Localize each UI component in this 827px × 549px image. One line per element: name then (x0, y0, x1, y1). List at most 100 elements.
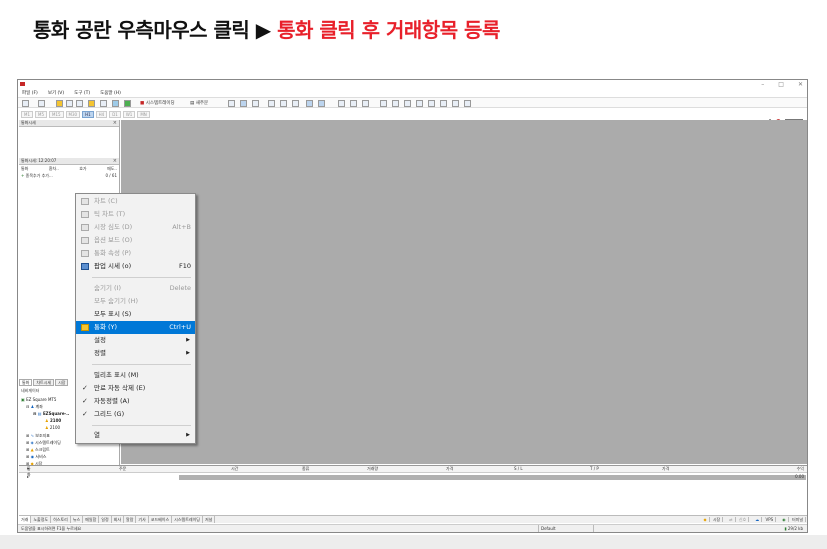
menu-item-depth[interactable]: 시장 심도 (D) Alt+B (76, 221, 195, 234)
ide-icon[interactable] (100, 100, 107, 107)
tab-trade[interactable]: 거래 (19, 516, 32, 523)
crosshair-icon[interactable] (362, 100, 369, 107)
menu-item-auto-arrange[interactable]: ✓ 자동정렬 (A) (76, 395, 195, 408)
label-icon[interactable] (452, 100, 459, 107)
new-chart-icon[interactable] (22, 100, 29, 107)
th-time[interactable]: 시간 (231, 466, 238, 472)
menu-item-sets[interactable]: 설정 ▶ (76, 334, 195, 347)
new-order-button[interactable]: ▤ 새주문 (190, 100, 208, 106)
menu-item-hide[interactable]: 숨기기 (I) Delete (76, 282, 195, 295)
menu-item-chart[interactable]: 차트 (C) (76, 195, 195, 208)
tf-m1[interactable]: M1 (21, 110, 33, 118)
tile-icon[interactable] (292, 100, 299, 107)
line-chart-icon[interactable] (252, 100, 259, 107)
indicators-icon[interactable] (338, 100, 345, 107)
market-watch-icon[interactable] (56, 100, 63, 107)
tab-news[interactable]: 뉴스 (71, 516, 84, 523)
zoom-in-icon[interactable] (268, 100, 275, 107)
th-current-price[interactable]: 가격 (662, 466, 669, 472)
tf-m30[interactable]: M30 (65, 110, 81, 118)
tab-journal[interactable]: 저널 (203, 516, 216, 523)
close-icon[interactable]: ✕ (798, 81, 803, 88)
th-type[interactable]: 종류 (302, 466, 309, 472)
th-volume[interactable]: 거래량 (367, 466, 378, 472)
hline-icon[interactable] (392, 100, 399, 107)
menu-view[interactable]: 보기 (V) (48, 90, 64, 96)
menu-item-hide-all[interactable]: 모두 숨기기 (H) (76, 295, 195, 308)
menu-item-milliseconds[interactable]: 밀리초 표시 (M) (76, 369, 195, 382)
candle-chart-icon[interactable] (240, 100, 247, 107)
tab-market[interactable]: 시장 (55, 379, 69, 386)
minimize-icon[interactable]: – (761, 81, 764, 88)
market-watch-add-row[interactable]: + 종목추가 추가... 0 / 61 (19, 173, 119, 179)
th-order[interactable]: 주문 (119, 466, 126, 472)
th-price[interactable]: 가격 (446, 466, 453, 472)
tf-h4[interactable]: H4 (95, 110, 108, 118)
tf-mn[interactable]: MN (137, 110, 150, 118)
tab-articles[interactable]: 기사 (136, 516, 149, 523)
menu-item-popup-prices[interactable]: 팝업 시세 (o) F10 (76, 260, 195, 273)
fibo-icon[interactable] (428, 100, 435, 107)
maximize-icon[interactable]: □ (778, 81, 784, 88)
menu-item-show-all[interactable]: 모두 표시 (S) (76, 308, 195, 321)
nav-scripts[interactable]: ⊞ ▲ 스크립트 (26, 447, 50, 452)
text-icon[interactable] (440, 100, 447, 107)
alert-icon[interactable] (88, 100, 95, 107)
nav-account[interactable]: ⊟ ▤ EZSquare-.. (33, 411, 69, 416)
close-icon[interactable]: × (113, 120, 117, 126)
col-ask[interactable]: 호가 (79, 166, 86, 172)
menu-item-auto-remove[interactable]: ✓ 만료 자동 삭제 (E) (76, 382, 195, 395)
tf-d1[interactable]: D1 (109, 110, 121, 118)
chart-shift-icon[interactable] (318, 100, 325, 107)
nav-accounts[interactable]: ⊟ ♟ 계좌 (26, 404, 43, 409)
nav-systrade[interactable]: ⊞ ◈ 시스템트레이딩 (26, 440, 61, 445)
tab-exposure[interactable]: 노출정도 (31, 516, 52, 523)
menu-item-tick-chart[interactable]: 틱 차트 (T) (76, 208, 195, 221)
bar-chart-icon[interactable] (228, 100, 235, 107)
tab-company[interactable]: 회사 (112, 516, 125, 523)
zoom-out-icon[interactable] (280, 100, 287, 107)
channel-icon[interactable] (416, 100, 423, 107)
nav-sub1[interactable]: ♟ 2100 (45, 418, 61, 423)
th-sl[interactable]: S / L (514, 466, 523, 472)
tf-m15[interactable]: M15 (49, 110, 64, 118)
menu-item-grid[interactable]: ✓ 그리드 (G) (76, 408, 195, 421)
menu-item-sort[interactable]: 정렬 ▶ (76, 347, 195, 360)
menu-item-symbols[interactable]: 통화 (Y) Ctrl+U (76, 321, 195, 334)
status-terminal[interactable]: ◉ 터미널 (778, 516, 807, 523)
vline-icon[interactable] (380, 100, 387, 107)
menu-tools[interactable]: 도구 (T) (74, 90, 90, 96)
tab-calendar[interactable]: 일정 (99, 516, 112, 523)
period-icon[interactable] (350, 100, 357, 107)
navigator-icon[interactable] (76, 100, 83, 107)
status-signals[interactable]: ⇄ 신호 (725, 516, 751, 523)
col-bid[interactable]: 환차.. (49, 166, 59, 172)
chart-workspace[interactable] (121, 120, 807, 464)
tab-codebase[interactable]: 코드베이스 (149, 516, 173, 523)
data-window-icon[interactable] (66, 100, 73, 107)
profiles-icon[interactable] (38, 100, 45, 107)
nav-indicators[interactable]: ⊞ ∿ 보조지표 (26, 433, 50, 438)
autoscroll-icon[interactable] (306, 100, 313, 107)
tab-history[interactable]: 히스토리 (51, 516, 71, 523)
nav-sub2[interactable]: ♟ 2100 (45, 425, 60, 430)
tab-symbols[interactable]: 통화 (19, 379, 33, 386)
trendline-icon[interactable] (404, 100, 411, 107)
menu-item-option-board[interactable]: 옵션 보드 (O) (76, 234, 195, 247)
nav-root[interactable]: ▣ EZ Square MT5 (21, 397, 56, 402)
terminal-icon[interactable] (112, 100, 119, 107)
menu-item-columns[interactable]: 열 ▶ (76, 429, 195, 442)
col-spread[interactable]: 매도.. (107, 166, 117, 172)
close-icon[interactable]: × (113, 158, 117, 164)
tester-icon[interactable] (124, 100, 131, 107)
tab-experts[interactable]: 시스템트레이딩 (172, 516, 203, 523)
tf-w1[interactable]: W1 (122, 110, 136, 118)
tab-alerts[interactable]: 알람 (124, 516, 137, 523)
th-profit[interactable]: 수익 (797, 466, 804, 472)
menu-help[interactable]: 도움말 (H) (100, 90, 121, 96)
tf-m5[interactable]: M5 (35, 110, 47, 118)
shapes-icon[interactable] (464, 100, 471, 107)
tab-details[interactable]: 차트시세 (33, 379, 55, 386)
tab-mailbox[interactable]: 메일함 (83, 516, 100, 523)
systrade-button[interactable]: ■ 시스템트레이딩 (140, 100, 175, 106)
